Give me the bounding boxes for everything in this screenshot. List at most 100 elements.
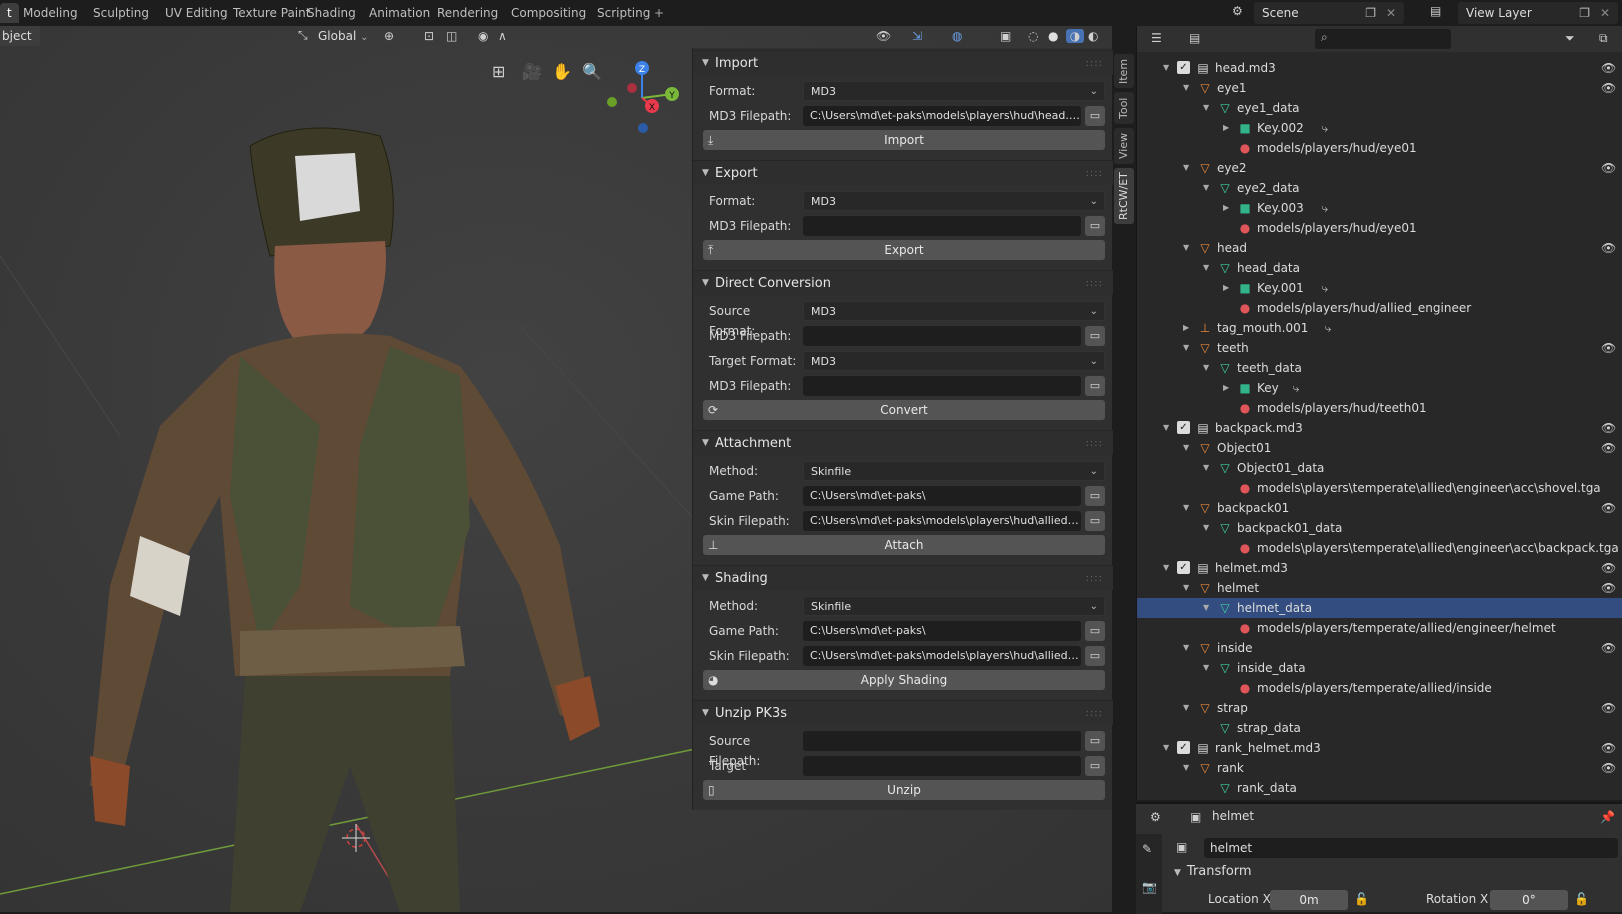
- transform-section-header[interactable]: ▼ Transform: [1174, 864, 1252, 879]
- tab-scripting[interactable]: Scripting: [590, 3, 657, 23]
- outliner-collection-row[interactable]: ▼ ✓ ▤ backpack.md3 👁: [1137, 418, 1622, 438]
- outliner-row[interactable]: ▼ ▽ teeth 👁: [1137, 338, 1622, 358]
- pin-icon[interactable]: 📌: [1600, 810, 1615, 824]
- visibility-eye-icon[interactable]: 👁: [1601, 698, 1616, 718]
- outliner-row[interactable]: ▼ ▽ rank 👁: [1137, 758, 1622, 778]
- attach-button[interactable]: ⊥ Attach: [703, 535, 1105, 555]
- source-format-dropdown[interactable]: MD3 ⌄: [803, 301, 1105, 321]
- visibility-eye-icon[interactable]: 👁: [1601, 438, 1616, 458]
- visibility-eye-icon[interactable]: 👁: [1601, 738, 1616, 758]
- outliner-row[interactable]: ▼ ▽ inside_data: [1137, 658, 1622, 678]
- expand-toggle-icon[interactable]: ▼: [1203, 98, 1209, 118]
- object-name-field[interactable]: helmet: [1204, 838, 1618, 858]
- conversion-target-path-input[interactable]: [803, 376, 1081, 396]
- new-layer-icon[interactable]: ❐: [1579, 2, 1590, 24]
- visibility-eye-icon[interactable]: 👁: [1601, 578, 1616, 598]
- outliner-row[interactable]: ● models\players\temperate\allied\enginee…: [1137, 478, 1622, 498]
- expand-toggle-icon[interactable]: ▼: [1203, 178, 1209, 198]
- outliner-row[interactable]: ▽ strap_data: [1137, 718, 1622, 738]
- zoom-icon[interactable]: 🔍: [582, 62, 602, 81]
- expand-toggle-icon[interactable]: ▶: [1183, 318, 1189, 338]
- overlay-toggle-icon[interactable]: ◍: [952, 29, 962, 43]
- material-shading-icon[interactable]: ◑: [1066, 29, 1084, 43]
- visibility-eye-icon[interactable]: 👁: [1601, 498, 1616, 518]
- outliner-row[interactable]: ▽ rank_data: [1137, 778, 1622, 798]
- shading-game-browse-icon[interactable]: ▭: [1085, 621, 1105, 641]
- outliner-row[interactable]: ▶ ⊥ tag_mouth.001 ⤷: [1137, 318, 1622, 338]
- expand-toggle-icon[interactable]: ▼: [1163, 58, 1169, 78]
- import-button[interactable]: ⤓ Import: [703, 130, 1105, 150]
- outliner-search-input[interactable]: ⌕: [1315, 29, 1451, 49]
- expand-toggle-icon[interactable]: ▼: [1203, 458, 1209, 478]
- scene-selector[interactable]: Scene ❐ ✕: [1254, 2, 1404, 24]
- outliner-collection-row[interactable]: ▼ ✓ ▤ head.md3 👁: [1137, 58, 1622, 78]
- collection-checkbox[interactable]: ✓: [1177, 561, 1190, 574]
- editor-type-icon[interactable]: ☰: [1151, 31, 1162, 45]
- outliner-row[interactable]: ▼ ▽ Object01_data: [1137, 458, 1622, 478]
- pivot-icon[interactable]: ⊕: [384, 29, 394, 43]
- camera-view-icon[interactable]: 🎥: [522, 62, 542, 81]
- shading-section-header[interactable]: ▼ Shading::::: [693, 565, 1113, 590]
- outliner-row[interactable]: ▶ ■ Key.003 ⤷: [1137, 198, 1622, 218]
- expand-toggle-icon[interactable]: ▼: [1183, 698, 1189, 718]
- import-section-header[interactable]: ▼ Import::::: [693, 50, 1113, 75]
- outliner-row[interactable]: ● models/players/hud/eye01: [1137, 218, 1622, 238]
- expand-toggle-icon[interactable]: ▼: [1183, 498, 1189, 518]
- outliner-collection-row[interactable]: ▼ ✓ ▤ helmet.md3 👁: [1137, 558, 1622, 578]
- visibility-icon[interactable]: 👁: [876, 29, 891, 43]
- attach-skin-browse-icon[interactable]: ▭: [1085, 511, 1105, 531]
- visibility-eye-icon[interactable]: 👁: [1601, 238, 1616, 258]
- outliner-row[interactable]: ▼ ▽ strap 👁: [1137, 698, 1622, 718]
- unzip-source-input[interactable]: [803, 731, 1081, 751]
- tool-tab-icon[interactable]: ✎: [1142, 842, 1152, 856]
- import-filepath-input[interactable]: C:\Users\md\et-paks\models\players\hud\h…: [803, 106, 1081, 126]
- orientation-selector[interactable]: Global ⌄: [318, 26, 369, 46]
- visibility-eye-icon[interactable]: 👁: [1601, 338, 1616, 358]
- expand-toggle-icon[interactable]: ▶: [1223, 118, 1229, 138]
- outliner-row[interactable]: ● models/players/hud/eye01: [1137, 138, 1622, 158]
- shading-skin-browse-icon[interactable]: ▭: [1085, 646, 1105, 666]
- visibility-eye-icon[interactable]: 👁: [1601, 638, 1616, 658]
- outliner-row[interactable]: ▼ ▽ backpack01_data: [1137, 518, 1622, 538]
- expand-toggle-icon[interactable]: ▼: [1183, 238, 1189, 258]
- attachment-section-header[interactable]: ▼ Attachment::::: [693, 430, 1113, 455]
- filter-icon[interactable]: ⏷: [1565, 31, 1575, 46]
- unzip-source-browse-icon[interactable]: ▭: [1085, 731, 1105, 751]
- outliner-row[interactable]: ▼ ▽ head 👁: [1137, 238, 1622, 258]
- outliner-row[interactable]: ▶ ■ Key.001 ⤷: [1137, 278, 1622, 298]
- expand-toggle-icon[interactable]: ▼: [1203, 358, 1209, 378]
- lock-location-icon[interactable]: 🔓: [1354, 892, 1369, 906]
- tab-sculpting[interactable]: Sculpting: [86, 3, 156, 23]
- attach-game-path-input[interactable]: C:\Users\md\et-paks\: [803, 486, 1081, 506]
- tab-uv-editing[interactable]: UV Editing: [158, 3, 235, 23]
- expand-toggle-icon[interactable]: ▼: [1203, 258, 1209, 278]
- shading-method-dropdown[interactable]: Skinfile ⌄: [803, 596, 1105, 616]
- proportional-edit-icon[interactable]: ◉: [478, 29, 488, 43]
- target-format-dropdown[interactable]: MD3 ⌄: [803, 351, 1105, 371]
- collection-checkbox[interactable]: ✓: [1177, 741, 1190, 754]
- visibility-eye-icon[interactable]: 👁: [1601, 418, 1616, 438]
- expand-toggle-icon[interactable]: ▼: [1183, 438, 1189, 458]
- collection-checkbox[interactable]: ✓: [1177, 61, 1190, 74]
- outliner-row[interactable]: ▼ ▽ eye2 👁: [1137, 158, 1622, 178]
- outliner-row[interactable]: ▶ ■ Key.002 ⤷: [1137, 118, 1622, 138]
- attach-method-dropdown[interactable]: Skinfile ⌄: [803, 461, 1105, 481]
- conversion-source-path-input[interactable]: [803, 326, 1081, 346]
- unzip-button[interactable]: ▯ Unzip: [703, 780, 1105, 800]
- outliner-row[interactable]: ▼ ▽ Object01 👁: [1137, 438, 1622, 458]
- remove-layer-icon[interactable]: ✕: [1600, 2, 1610, 24]
- shading-skin-input[interactable]: C:\Users\md\et-paks\models\players\hud\a…: [803, 646, 1081, 666]
- apply-shading-button[interactable]: ◕ Apply Shading: [703, 670, 1105, 690]
- navigation-gizmo[interactable]: Z Y X: [602, 58, 682, 138]
- expand-toggle-icon[interactable]: ▼: [1203, 518, 1209, 538]
- outliner-row[interactable]: ▼ ▽ teeth_data: [1137, 358, 1622, 378]
- tab-modeling[interactable]: Modeling: [16, 3, 85, 23]
- tab-animation[interactable]: Animation: [362, 3, 437, 23]
- export-button[interactable]: ⤒ Export: [703, 240, 1105, 260]
- attach-game-browse-icon[interactable]: ▭: [1085, 486, 1105, 506]
- mode-selector[interactable]: bject: [0, 26, 40, 46]
- solid-shading-icon[interactable]: ●: [1048, 29, 1058, 43]
- tab-shading[interactable]: Shading: [300, 3, 363, 23]
- outliner-row[interactable]: ▼ ▽ inside 👁: [1137, 638, 1622, 658]
- expand-toggle-icon[interactable]: ▶: [1223, 198, 1229, 218]
